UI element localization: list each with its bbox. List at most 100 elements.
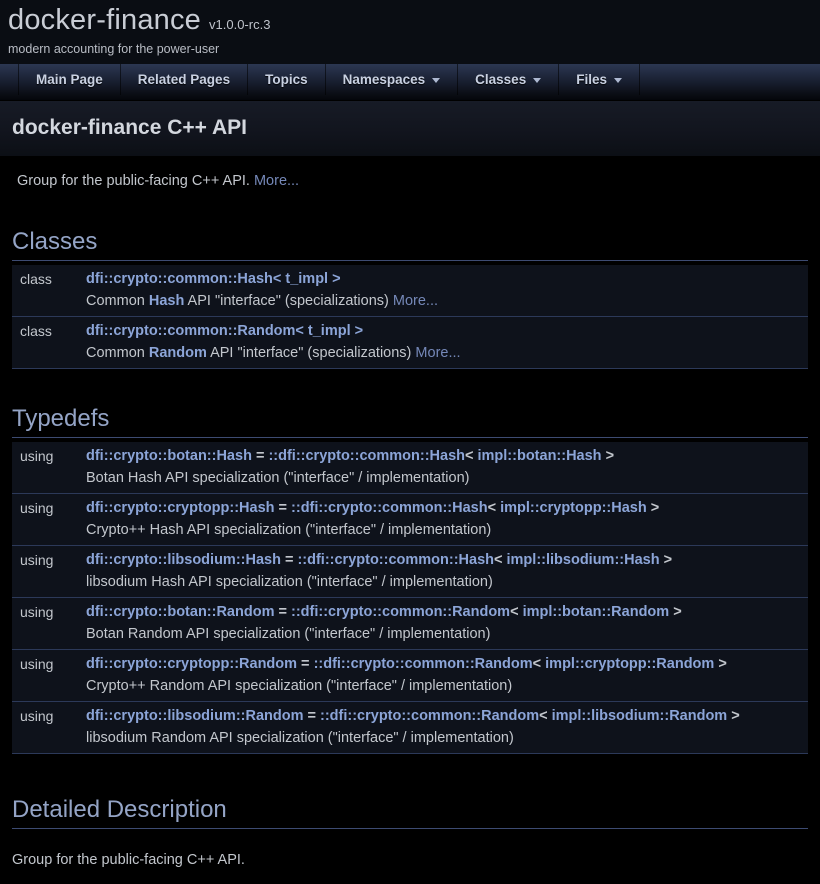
typedefs-section-heading: Typedefs [12, 405, 808, 438]
project-version: v1.0.0-rc.3 [209, 17, 270, 32]
more-link[interactable]: More... [254, 173, 299, 189]
member-link[interactable]: impl::cryptopp::Random [545, 656, 714, 672]
member-link[interactable]: dfi::crypto::common::Random< t_impl > [86, 323, 363, 339]
nav-tab-main-page[interactable]: Main Page [18, 64, 121, 95]
member-text: < [533, 656, 546, 672]
member-text: < [465, 448, 478, 464]
member-row: usingdfi::crypto::botan::Random = ::dfi:… [12, 598, 808, 650]
member-text: Crypto++ Random API specialization ("int… [86, 678, 512, 694]
member-link[interactable]: dfi::crypto::botan::Random [86, 604, 274, 620]
member-text: < [539, 708, 552, 724]
more-link[interactable]: More... [393, 293, 438, 309]
more-link[interactable]: More... [415, 345, 460, 361]
member-text: API "interface" (specializations) [184, 293, 393, 309]
group-summary: Group for the public-facing C++ API. Mor… [17, 170, 808, 192]
member-kind: using [12, 653, 77, 675]
member-name: dfi::crypto::cryptopp::Random = ::dfi::c… [77, 653, 808, 675]
member-text: Botan Hash API specialization ("interfac… [86, 470, 469, 486]
member-text: Crypto++ Hash API specialization ("inter… [86, 522, 491, 538]
member-text: libsodium Hash API specialization ("inte… [86, 574, 493, 590]
member-link[interactable]: ::dfi::crypto::common::Random [291, 604, 510, 620]
member-text: Common [86, 293, 149, 309]
member-row: usingdfi::crypto::libsodium::Random = ::… [12, 702, 808, 754]
member-desc: Crypto++ Hash API specialization ("inter… [77, 519, 808, 541]
detailed-description-text: Group for the public-facing C++ API. [12, 849, 808, 871]
member-text: < [488, 500, 501, 516]
member-desc: libsodium Random API specialization ("in… [77, 727, 808, 749]
detailed-description-heading: Detailed Description [12, 796, 808, 829]
member-text: = [281, 552, 298, 568]
member-link[interactable]: impl::libsodium::Hash [507, 552, 660, 568]
member-kind: class [12, 268, 77, 290]
nav-tab-namespaces[interactable]: Namespaces [326, 64, 459, 95]
nav-tab-label: Namespaces [343, 72, 426, 87]
member-text: = [275, 500, 292, 516]
page-header-band: docker-finance C++ API [0, 101, 820, 156]
member-link[interactable]: dfi::crypto::libsodium::Random [86, 708, 303, 724]
chevron-down-icon [533, 78, 541, 83]
member-text: = [303, 708, 320, 724]
page-contents: Group for the public-facing C++ API. Mor… [0, 170, 820, 884]
member-link[interactable]: Hash [149, 293, 184, 309]
project-brief: modern accounting for the power-user [8, 42, 812, 56]
member-link[interactable]: Random [149, 345, 207, 361]
member-link[interactable]: impl::cryptopp::Hash [500, 500, 647, 516]
nav-tab-label: Related Pages [138, 72, 230, 87]
member-desc: libsodium Hash API specialization ("inte… [77, 571, 808, 593]
member-name: dfi::crypto::common::Random< t_impl > [77, 320, 808, 342]
member-desc: Common Random API "interface" (specializ… [77, 342, 808, 364]
member-name: dfi::crypto::libsodium::Hash = ::dfi::cr… [77, 549, 808, 571]
member-desc: Botan Hash API specialization ("interfac… [77, 467, 808, 489]
nav-tab-files[interactable]: Files [559, 64, 640, 95]
detailed-description-section: Detailed Description Group for the publi… [12, 796, 808, 884]
chevron-down-icon [614, 78, 622, 83]
member-link[interactable]: ::dfi::crypto::common::Hash [297, 552, 494, 568]
member-row: class dfi::crypto::common::Hash< t_impl >… [12, 265, 808, 317]
member-link[interactable]: ::dfi::crypto::common::Random [320, 708, 539, 724]
member-text: > [660, 552, 673, 568]
nav-tab-related-pages[interactable]: Related Pages [121, 64, 248, 95]
member-link[interactable]: dfi::crypto::botan::Hash [86, 448, 252, 464]
nav-tab-classes[interactable]: Classes [458, 64, 559, 95]
member-text: Common [86, 345, 149, 361]
member-kind: class [12, 320, 77, 342]
member-name: dfi::crypto::libsodium::Random = ::dfi::… [77, 705, 808, 727]
main-nav: Main Page Related Pages Topics Namespaces Cl… [0, 64, 820, 101]
member-row: usingdfi::crypto::cryptopp::Random = ::d… [12, 650, 808, 702]
member-desc: Crypto++ Random API specialization ("int… [77, 675, 808, 697]
member-link[interactable]: ::dfi::crypto::common::Hash [268, 448, 465, 464]
member-link[interactable]: dfi::crypto::common::Hash< t_impl > [86, 271, 341, 287]
member-text: > [727, 708, 740, 724]
member-text: Botan Random API specialization ("interf… [86, 626, 490, 642]
project-name: docker-finance [8, 4, 201, 36]
member-text: > [714, 656, 727, 672]
member-link[interactable]: impl::libsodium::Random [552, 708, 728, 724]
nav-tab-label: Classes [475, 72, 526, 87]
member-text: API "interface" (specializations) [207, 345, 416, 361]
member-name: dfi::crypto::common::Hash< t_impl > [77, 268, 808, 290]
member-link[interactable]: impl::botan::Hash [478, 448, 602, 464]
page-title: docker-finance C++ API [12, 116, 808, 140]
project-title-line: docker-finance v1.0.0-rc.3 [8, 4, 812, 37]
classes-section-heading: Classes [12, 228, 808, 261]
member-link[interactable]: impl::botan::Random [523, 604, 670, 620]
member-link[interactable]: ::dfi::crypto::common::Random [314, 656, 533, 672]
member-kind: using [12, 705, 77, 727]
member-desc: Common Hash API "interface" (specializat… [77, 290, 808, 312]
member-link[interactable]: dfi::crypto::cryptopp::Hash [86, 500, 275, 516]
member-kind: using [12, 497, 77, 519]
member-desc: Botan Random API specialization ("interf… [77, 623, 808, 645]
member-link[interactable]: ::dfi::crypto::common::Hash [291, 500, 488, 516]
member-kind: using [12, 549, 77, 571]
nav-tab-label: Main Page [36, 72, 103, 87]
member-kind: using [12, 601, 77, 623]
member-link[interactable]: dfi::crypto::libsodium::Hash [86, 552, 281, 568]
member-text: = [297, 656, 314, 672]
member-row: usingdfi::crypto::libsodium::Hash = ::df… [12, 546, 808, 598]
member-text: = [252, 448, 269, 464]
typedefs-table: using dfi::crypto::botan::Hash = ::dfi::c… [12, 442, 808, 754]
member-text: > [647, 500, 660, 516]
member-text: libsodium Random API specialization ("in… [86, 730, 514, 746]
nav-tab-topics[interactable]: Topics [248, 64, 326, 95]
member-link[interactable]: dfi::crypto::cryptopp::Random [86, 656, 297, 672]
